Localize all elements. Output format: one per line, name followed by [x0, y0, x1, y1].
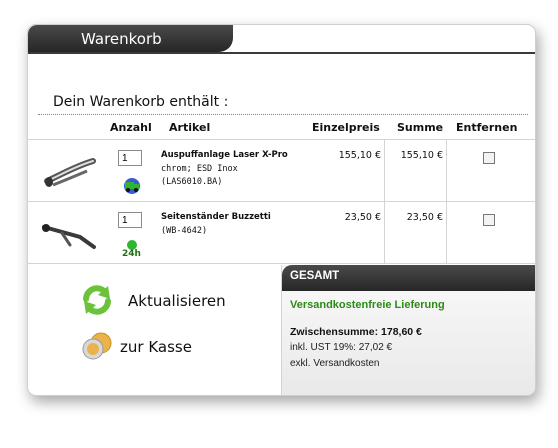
item-sku: (LAS6010.BA)	[161, 177, 223, 187]
page-title: Warenkorb	[81, 30, 162, 48]
shipping-excluded-note: exkl. Versandkosten	[290, 358, 380, 369]
item-unit-price: 23,50 €	[344, 212, 381, 223]
checkout-label: zur Kasse	[120, 338, 192, 356]
exhaust-product-image[interactable]	[43, 155, 99, 189]
remove-checkbox[interactable]	[483, 214, 495, 226]
item-name[interactable]: Seitenständer Buzzetti	[161, 212, 271, 222]
dotted-divider	[38, 114, 528, 115]
free-shipping-note: Versandkostenfreie Lieferung	[290, 299, 445, 311]
item-details: chrom; ESD Inox	[161, 164, 238, 174]
header-divider	[28, 52, 535, 54]
update-cart-label: Aktualisieren	[128, 292, 226, 310]
column-header-unit-price: Einzelpreis	[312, 121, 380, 134]
quantity-input[interactable]	[118, 150, 142, 166]
column-header-total: Summe	[397, 121, 444, 134]
row-divider	[28, 263, 535, 264]
svg-text:24h: 24h	[122, 249, 141, 257]
column-divider	[446, 201, 447, 263]
column-header-article: Artikel	[169, 121, 211, 134]
cart-intro: Dein Warenkorb enthält :	[53, 94, 229, 110]
column-header-remove: Entfernen	[456, 121, 518, 134]
item-sku: (WB-4642)	[161, 226, 208, 236]
update-cart-button[interactable]: Aktualisieren	[80, 283, 250, 317]
vat-note: inkl. UST 19%: 27,02 €	[290, 342, 393, 353]
checkout-button[interactable]: zur Kasse	[80, 329, 230, 363]
item-unit-price: 155,10 €	[338, 150, 381, 161]
subtotal: Zwischensumme: 178,60 €	[290, 326, 422, 338]
kickstand-product-image[interactable]	[40, 219, 100, 251]
24h-delivery-icon: 24h	[122, 240, 141, 257]
row-divider	[28, 139, 535, 140]
column-divider	[446, 139, 447, 201]
cart-panel: Warenkorb Dein Warenkorb enthält : Anzah…	[27, 24, 536, 396]
item-total: 155,10 €	[400, 150, 443, 161]
remove-checkbox[interactable]	[483, 152, 495, 164]
summary-title: GESAMT	[290, 270, 340, 282]
column-divider	[384, 201, 385, 263]
refresh-icon	[83, 285, 111, 315]
delivery-truck-icon	[124, 178, 140, 194]
coins-icon	[82, 332, 112, 360]
column-divider	[384, 139, 385, 201]
order-summary: GESAMT Versandkostenfreie Lieferung Zwis…	[281, 265, 535, 395]
row-divider	[28, 201, 535, 202]
column-header-quantity: Anzahl	[110, 121, 152, 134]
summary-header: GESAMT	[282, 265, 535, 291]
header-tab: Warenkorb	[28, 25, 233, 52]
item-total: 23,50 €	[406, 212, 443, 223]
quantity-input[interactable]	[118, 212, 142, 228]
item-name[interactable]: Auspuffanlage Laser X-Pro	[161, 150, 288, 160]
